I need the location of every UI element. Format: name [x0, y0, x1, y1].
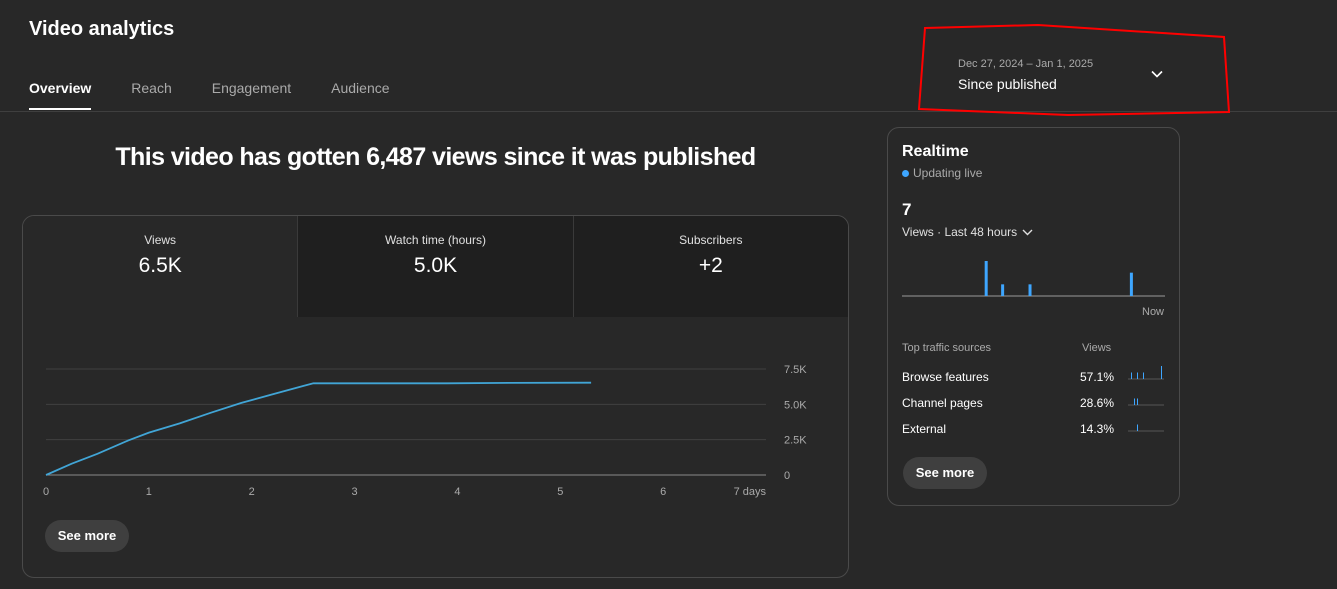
- realtime-bar-chart: [902, 261, 1165, 297]
- x-tick-label: 5: [557, 486, 563, 498]
- traffic-source-pct: 57.1%: [1080, 370, 1115, 384]
- x-tick-label: 4: [454, 486, 460, 498]
- traffic-views-header: Views: [1082, 342, 1112, 354]
- traffic-source-name: Browse features: [902, 370, 989, 384]
- metric-label: Views: [144, 233, 177, 247]
- y-tick-label: 5.0K: [784, 399, 807, 411]
- traffic-sparkline: [1128, 398, 1164, 406]
- annotation-highlight: [918, 24, 1231, 117]
- x-tick-label: 2: [249, 486, 255, 498]
- sparkline-bar: [1137, 372, 1138, 379]
- realtime-bar: [1001, 284, 1005, 296]
- x-tick-label: 6: [660, 486, 666, 498]
- views-headline: This video has gotten 6,487 views since …: [115, 143, 756, 171]
- traffic-source-pct: 28.6%: [1080, 396, 1115, 410]
- sparkline-bar: [1131, 372, 1132, 379]
- traffic-row: Browse features 57.1%: [902, 366, 1167, 390]
- traffic-source-pct: 14.3%: [1080, 422, 1115, 436]
- traffic-row: Channel pages 28.6%: [902, 396, 1167, 416]
- traffic-sparkline: [1128, 366, 1164, 380]
- metric-watch-time[interactable]: Watch time (hours) 5.0K: [297, 216, 573, 317]
- realtime-card: [887, 127, 1180, 506]
- realtime-period-text: Views · Last 48 hours: [902, 225, 1018, 239]
- x-tick-label: 3: [352, 486, 358, 498]
- live-dot-icon: [902, 169, 909, 177]
- tab-reach[interactable]: Reach: [131, 80, 171, 110]
- metric-value: 6.5K: [138, 254, 182, 277]
- realtime-count: 7: [902, 200, 912, 219]
- sparkline-bar: [1137, 424, 1138, 431]
- traffic-source-name: External: [902, 422, 947, 436]
- realtime-period-selector[interactable]: Views · Last 48 hours: [902, 225, 1033, 239]
- tab-overview[interactable]: Overview: [29, 80, 92, 110]
- see-more-button[interactable]: See more: [45, 520, 129, 552]
- realtime-bar: [1028, 284, 1032, 296]
- x-tick-label: 1: [146, 486, 152, 498]
- metric-views[interactable]: Views 6.5K: [23, 216, 298, 317]
- metric-tabs: Views 6.5K Watch time (hours) 5.0K Subsc…: [23, 216, 848, 317]
- live-status: Updating live: [902, 166, 982, 180]
- live-status-text: Updating live: [913, 166, 983, 180]
- tab-audience[interactable]: Audience: [331, 80, 389, 110]
- x-tick-label: 7 days: [734, 486, 767, 498]
- overview-card: Views 6.5K Watch time (hours) 5.0K Subsc…: [22, 215, 849, 578]
- sparkline-bar: [1143, 372, 1144, 379]
- realtime-see-more-button[interactable]: See more: [903, 457, 987, 489]
- metric-value: 5.0K: [413, 254, 458, 277]
- tab-bar: Overview Reach Engagement Audience: [29, 80, 430, 110]
- x-tick-label: 0: [43, 486, 49, 498]
- metric-label: Watch time (hours): [385, 233, 486, 247]
- realtime-title: Realtime: [902, 143, 969, 160]
- tab-engagement[interactable]: Engagement: [212, 80, 291, 110]
- traffic-sparkline: [1128, 424, 1164, 432]
- sparkline-bar: [1137, 398, 1138, 405]
- page-title: Video analytics: [29, 18, 175, 40]
- views-series-line: [45, 381, 592, 476]
- views-line-chart: 0 2.5K 5.0K 7.5K 0 1 2 3 4 5 6 7 days: [43, 364, 807, 498]
- realtime-now-label: Now: [1142, 306, 1165, 318]
- y-tick-label: 2.5K: [784, 435, 807, 447]
- traffic-source-name: Channel pages: [902, 396, 983, 410]
- realtime-bar: [1129, 272, 1133, 296]
- traffic-row: External 14.3%: [902, 422, 1167, 442]
- traffic-sources-header: Top traffic sources: [902, 342, 992, 354]
- realtime-bar: [984, 261, 988, 296]
- metric-value: +2: [698, 254, 723, 277]
- y-tick-label: 0: [784, 470, 790, 482]
- chevron-down-icon: [1022, 229, 1033, 235]
- metric-label: Subscribers: [679, 233, 743, 247]
- y-tick-label: 7.5K: [784, 364, 807, 376]
- sparkline-bar: [1161, 366, 1162, 379]
- sparkline-bar: [1134, 398, 1135, 405]
- metric-subscribers[interactable]: Subscribers +2: [572, 216, 848, 317]
